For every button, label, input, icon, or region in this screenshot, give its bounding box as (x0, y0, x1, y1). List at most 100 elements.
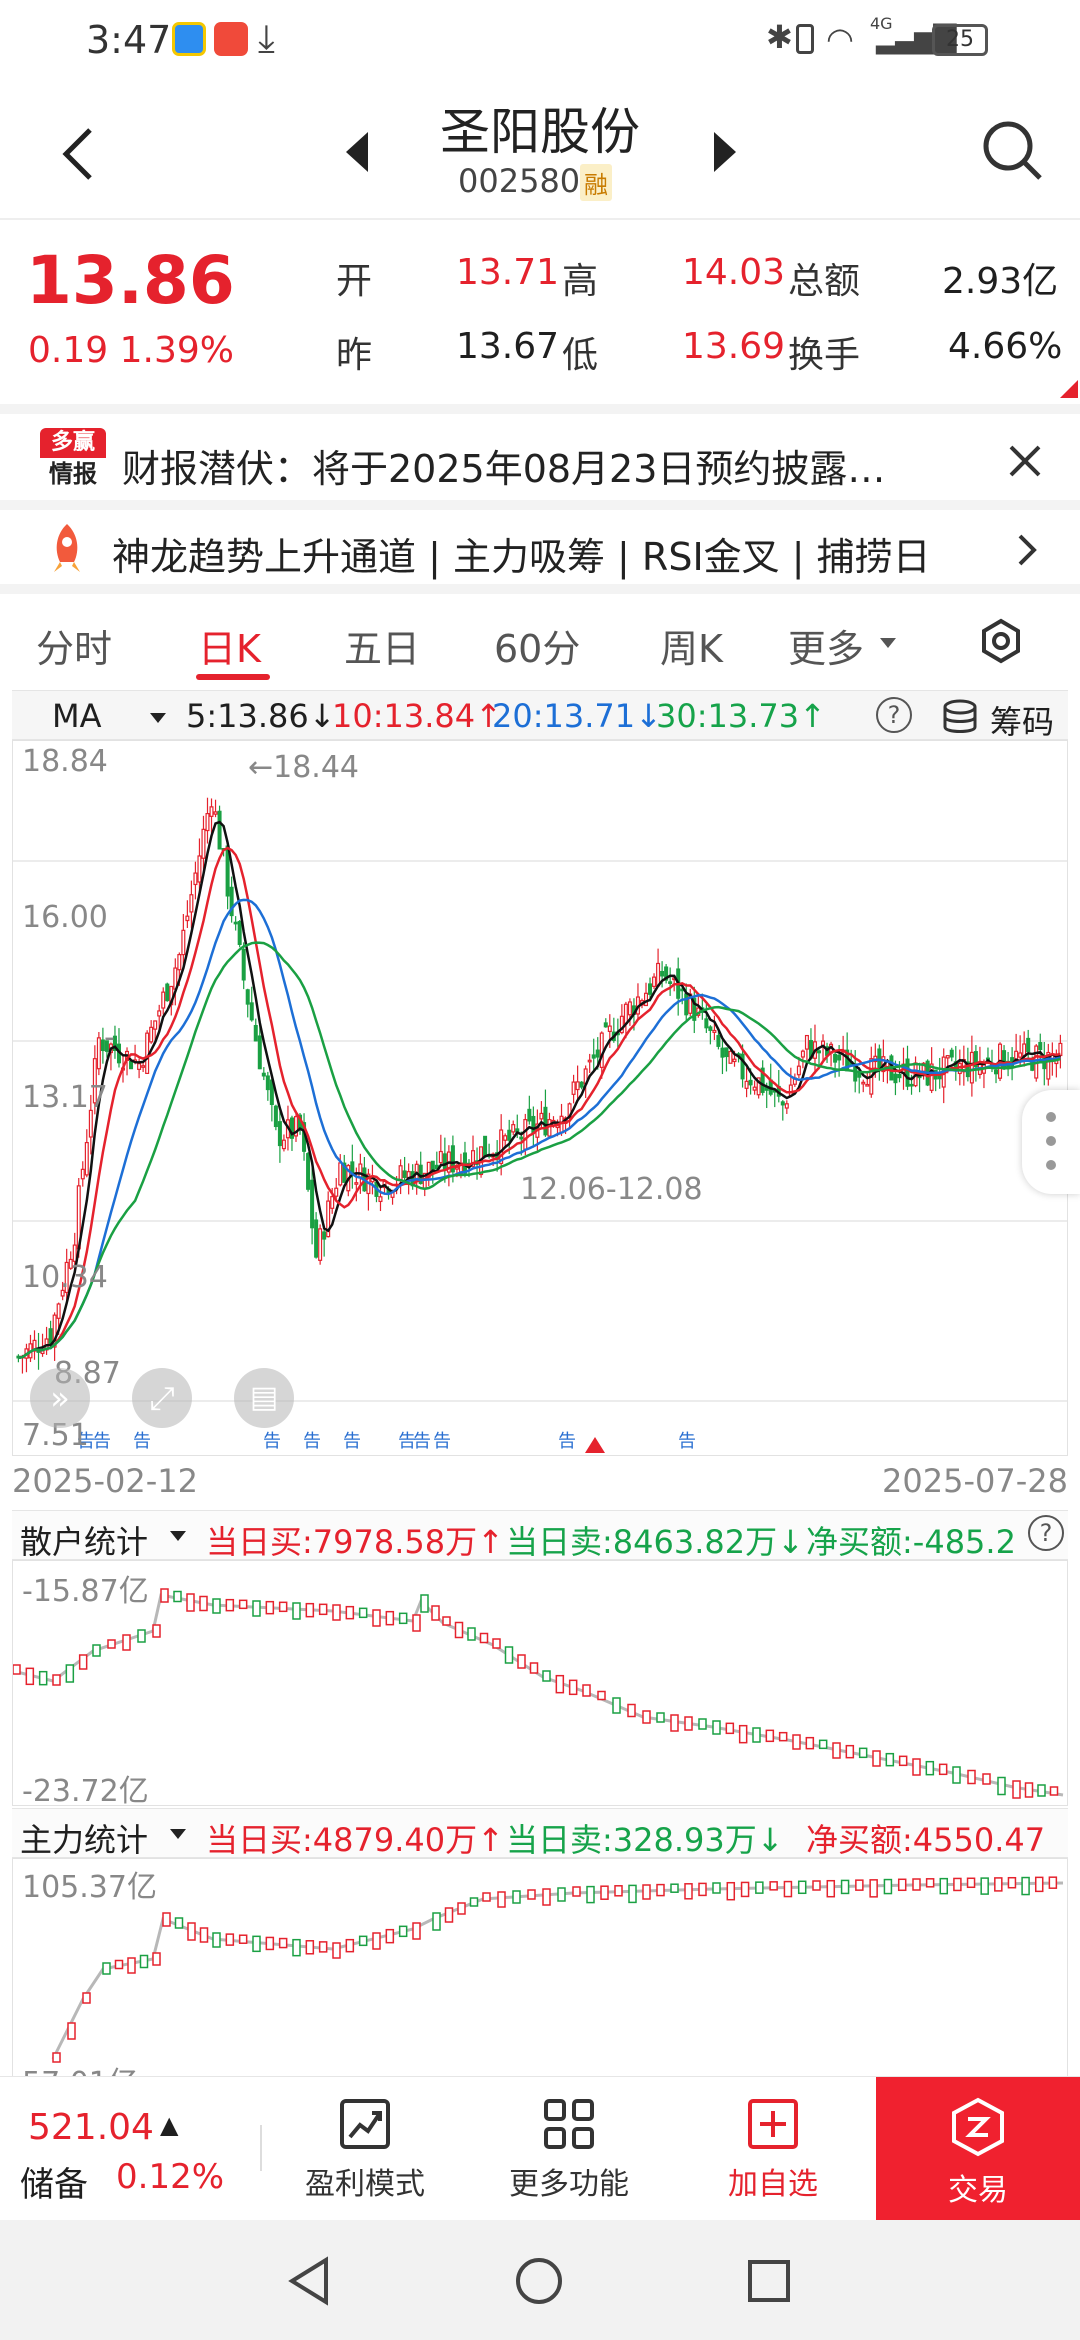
tab-minute[interactable]: 分时 (36, 618, 112, 673)
settings-icon[interactable] (978, 618, 1024, 664)
main-force-selector[interactable]: 主力统计 (20, 1815, 148, 1857)
ma30-line (18, 941, 1061, 1360)
notice-marker: 告 (133, 1431, 151, 1452)
retail-chart[interactable] (12, 1560, 1068, 1806)
expand-corner-icon[interactable] (1060, 380, 1078, 398)
close-icon[interactable] (1008, 444, 1042, 478)
index-widget[interactable]: 521.04 ▲ 储备 0.12% (0, 2077, 256, 2221)
more-dropdown-icon[interactable] (878, 636, 898, 650)
candle-body (72, 1244, 77, 1262)
profit-mode-button[interactable]: 盈利模式 (290, 2097, 440, 2203)
flow-bar (725, 1722, 735, 1735)
add-watchlist-button[interactable]: 加自选 (698, 2097, 848, 2203)
index-name: 储备 (20, 2165, 88, 2205)
candle-body (652, 976, 657, 987)
nav-home-icon[interactable] (514, 2256, 564, 2306)
flow-bar (345, 1938, 355, 1953)
flow-bar (783, 1880, 793, 1898)
flow-bar (1048, 1876, 1058, 1889)
grid-icon (544, 2099, 594, 2149)
flow-bar (557, 1887, 566, 1902)
candle-body (503, 1135, 508, 1141)
candle-body (607, 1025, 612, 1033)
chevron-right-icon[interactable] (1016, 532, 1038, 568)
candle-body (209, 806, 214, 817)
end-date: 2025-07-28 (882, 1462, 1068, 1500)
chart-up-icon (340, 2099, 390, 2149)
draw-tool-button[interactable]: ▤ (234, 1368, 294, 1428)
flow-bar (454, 1621, 464, 1639)
flow-bar (698, 1718, 707, 1730)
info-banner[interactable]: 多赢 情报 财报潜伏：将于2025年08月23日预约披露… (0, 404, 1080, 510)
ma5-value: 5:13.86↓ (186, 697, 336, 735)
kline-chart[interactable]: 告告告告告告告告告告告 (12, 740, 1068, 1456)
tab-week-k[interactable]: 周K (660, 618, 723, 673)
flow-bar (740, 1881, 750, 1898)
fullscreen-button[interactable]: ⤢ (132, 1368, 192, 1428)
low-value: 13.69 (682, 326, 786, 367)
search-icon[interactable] (982, 120, 1044, 182)
candle-body (587, 1059, 592, 1063)
system-nav-bar (0, 2220, 1080, 2340)
next-stock-icon[interactable] (710, 130, 740, 174)
flow-bar (504, 1646, 514, 1664)
stock-name: 圣阳股份 (440, 103, 640, 161)
signal-ticker[interactable]: 神龙趋势上升通道 | 主力吸筹 | RSI金叉 | 捕捞日 (0, 510, 1080, 594)
flow-bar (953, 1877, 962, 1892)
tab-day-k[interactable]: 日K (198, 618, 261, 673)
chips-label[interactable]: 筹码 (990, 697, 1054, 743)
flow-bar (398, 1925, 408, 1938)
flow-bar (212, 1598, 221, 1614)
tab-more[interactable]: 更多 (788, 618, 864, 673)
retail-y-bottom: -23.72亿 (22, 1774, 149, 1809)
candle-body (1038, 1042, 1043, 1051)
retail-dropdown-icon[interactable] (168, 1529, 188, 1543)
more-functions-button[interactable]: 更多功能 (494, 2097, 644, 2203)
side-menu-handle[interactable] (1022, 1090, 1080, 1194)
flow-bar (812, 1880, 821, 1891)
flow-bar (305, 1602, 315, 1618)
nav-recents-icon[interactable] (746, 2258, 792, 2304)
margin-badge: 融 (580, 164, 612, 201)
flow-bar (187, 1922, 196, 1941)
retail-help-icon[interactable]: ? (1028, 1515, 1064, 1551)
flow-bar (555, 1674, 565, 1694)
candle-body (523, 1119, 528, 1150)
chips-icon[interactable] (942, 699, 978, 735)
retail-y-top: -15.87亿 (22, 1574, 149, 1609)
bottom-toolbar: 521.04 ▲ 储备 0.12% 盈利模式 更多功能 加自选 交易 (0, 2076, 1080, 2221)
ma-dropdown-icon[interactable] (148, 711, 168, 725)
flow-bar (457, 1902, 466, 1915)
candle-body (201, 828, 206, 859)
candle-body (893, 1073, 898, 1084)
flow-bar (78, 1654, 88, 1670)
flow-bar (832, 1742, 841, 1759)
notice-marker: 告 (343, 1431, 361, 1452)
main-force-chart[interactable] (12, 1858, 1068, 2076)
flow-bar (1007, 1876, 1017, 1889)
retail-selector[interactable]: 散户统计 (20, 1517, 148, 1559)
nav-back-icon[interactable] (286, 2256, 332, 2306)
candle-body (245, 989, 250, 1005)
main-force-dropdown-icon[interactable] (168, 1827, 188, 1841)
candle-body (56, 1303, 61, 1319)
fast-forward-button[interactable]: » (30, 1368, 90, 1428)
signal-marker (585, 1437, 605, 1453)
candle-body (165, 983, 170, 1002)
tab-60-min[interactable]: 60分 (494, 618, 580, 673)
help-icon[interactable]: ? (876, 697, 912, 733)
candle-body (684, 993, 689, 1016)
last-price: 13.86 (26, 242, 235, 319)
flow-bar (614, 1885, 623, 1897)
tab-five-day[interactable]: 五日 (344, 618, 420, 673)
trade-button[interactable]: 交易 (876, 2077, 1080, 2221)
flow-bar (467, 1627, 476, 1641)
candle-body (149, 1026, 154, 1043)
candle-body (969, 1051, 974, 1084)
flow-bar (855, 1879, 864, 1891)
amount-label: 总额 (788, 261, 861, 302)
candle-body (507, 1129, 512, 1141)
candle-body (233, 921, 238, 925)
candle-body (712, 1029, 717, 1033)
ma-selector[interactable]: MA (52, 697, 102, 735)
